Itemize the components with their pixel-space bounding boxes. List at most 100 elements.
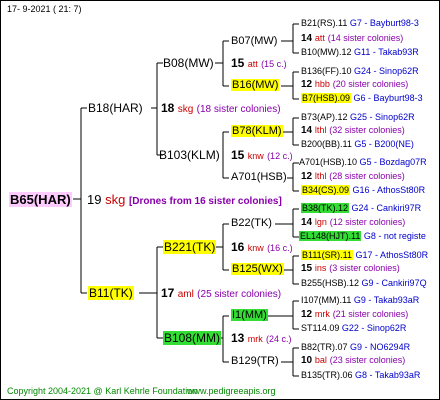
gen3-queen-6: B125(WX) — [231, 263, 284, 275]
site-link[interactable]: www.pedigreeapis.org — [187, 387, 276, 396]
gen3-queen-2: B16(MW) — [231, 79, 280, 91]
gen2-queen-4: B108(MM) — [163, 331, 222, 345]
gen4-ref-1: G7 - Bayburt98-3 — [349, 18, 419, 28]
gen4-name-15: B82(TR).07 — [301, 342, 348, 352]
gen4-ref-15: G9 - NO6294R — [350, 342, 411, 352]
gen1-drones-1: 18 skg (18 sister colonies) — [161, 102, 281, 115]
gen4-ref-12: G9 - Cankiri97Q — [361, 278, 427, 288]
gen4-name-11: B111(SR).11 — [301, 250, 354, 260]
gen3-drones-6: 15 ins (3 sister colonies) — [301, 264, 400, 274]
gen3-note-8: (23 sister colonies) — [329, 355, 406, 365]
gen4-row-12: B255(HSB).12 G9 - Cankiri97Q — [301, 279, 427, 288]
gen4-name-1: B21(RS).11 — [301, 18, 348, 28]
gen4-row-6: B200(BB).11 G5 - B200(NE) — [301, 140, 414, 149]
gen1-code-2: aml — [177, 289, 194, 300]
gen2-queen-2: B103(KLM) — [159, 148, 220, 162]
gen4-name-8: B34(CS).09 — [301, 185, 351, 195]
gen1-queen-2-name: B11(TK) — [88, 286, 134, 300]
gen4-ref-3: G24 - Sinop62R — [354, 66, 419, 76]
gen2-code-4: mrk — [247, 334, 263, 344]
gen3-queen-3: B78(KLM) — [231, 125, 283, 137]
gen4-row-10: EL148(HJT).11 G8 - not registe — [299, 231, 426, 241]
gen2-code-2: knw — [247, 151, 264, 161]
gen4-row-5: B73(AP).12 G25 - Sinop62R — [301, 113, 415, 122]
gen3-number-8: 10 — [301, 355, 313, 366]
gen3-queen-8: B129(TR) — [231, 355, 279, 367]
gen3-queen-2-name: B16(MW) — [231, 79, 280, 91]
gen1-number-1: 18 — [161, 101, 175, 115]
date-stamp: 17- 9-2021 ( 21: 7) — [7, 4, 82, 14]
gen2-code-3: knw — [247, 243, 264, 253]
gen4-name-4: B7(HSB).09 — [301, 93, 352, 103]
gen4-ref-7: G5 - Bozdag07R — [359, 157, 427, 167]
gen3-note-7: (21 sister colonies) — [332, 309, 409, 319]
gen1-note-2: (25 sister colonies) — [197, 289, 282, 300]
gen3-queen-7: I1(MM) — [231, 309, 268, 321]
gen3-code-6: ins — [314, 263, 327, 273]
gen4-row-4: B7(HSB).09 G6 - Bayburt98-3 — [301, 93, 423, 103]
gen4-ref-10: G8 - not registe — [363, 231, 426, 241]
root-number: 19 — [87, 192, 102, 207]
gen4-row-14: ST114.09 G22 - Sinop62R — [301, 324, 406, 333]
gen2-note-1: (15 c.) — [261, 59, 287, 69]
gen4-row-1: B21(RS).11 G7 - Bayburt98-3 — [301, 19, 419, 28]
gen4-row-3: B136(FF).10 G24 - Sinop62R — [301, 67, 419, 76]
gen4-row-7: A701(HSB).10 G5 - Bozdag07R — [299, 158, 427, 167]
gen3-code-8: bal — [314, 355, 327, 365]
gen4-name-9: B38(TK).12 — [301, 203, 350, 213]
gen1-note-1: (18 sister colonies) — [196, 104, 281, 115]
gen3-drones-3: 14 lthl (32 sister colonies) — [301, 126, 405, 136]
gen1-queen-1: B18(HAR) — [88, 101, 143, 115]
gen2-code-1: att — [247, 59, 258, 69]
gen2-drones-2: 15 knw (12 c.) — [231, 149, 293, 161]
gen3-drones-7: 12 mrk (21 sister colonies) — [301, 310, 408, 320]
gen3-code-7: mrk — [314, 309, 330, 319]
root-code: skg — [105, 192, 126, 207]
gen3-drones-8: 10 bal (23 sister colonies) — [301, 356, 405, 366]
gen1-queen-2: B11(TK) — [88, 286, 134, 300]
gen3-queen-6-name: B125(WX) — [231, 263, 284, 275]
gen3-code-4: lthl — [314, 171, 327, 181]
root-queen-name: B65(HAR) — [9, 192, 72, 207]
gen2-queen-1: B08(MW) — [163, 56, 214, 70]
gen2-number-4: 13 — [231, 331, 245, 345]
gen4-row-15: B82(TR).07 G9 - NO6294R — [301, 343, 410, 352]
gen3-drones-5: 14 lgn (12 sister colonies) — [301, 218, 405, 228]
gen4-row-9: B38(TK).12 G24 - Cankiri97R — [301, 203, 421, 213]
gen4-name-14: ST114.09 — [301, 323, 340, 333]
gen4-name-3: B136(FF).10 — [301, 66, 352, 76]
gen4-ref-13: G9 - Takab93aR — [353, 295, 420, 305]
gen2-drones-4: 13 mrk (24 c.) — [231, 332, 292, 344]
gen3-number-6: 15 — [301, 263, 313, 274]
gen4-name-10: EL148(HJT).11 — [299, 231, 362, 241]
gen3-queen-5: B22(TK) — [231, 217, 272, 229]
gen3-number-2: 12 — [301, 79, 313, 90]
gen4-name-6: B200(BB).11 — [301, 139, 352, 149]
gen4-ref-8: G16 - AthosSt80R — [352, 185, 426, 195]
gen4-row-11: B111(SR).11 G17 - AthosSt80R — [301, 250, 428, 260]
gen2-queen-4-name: B108(MM) — [163, 331, 222, 345]
gen3-code-1: att — [314, 33, 325, 43]
gen1-drones-2: 17 aml (25 sister colonies) — [161, 287, 281, 300]
gen3-queen-3-name: B78(KLM) — [231, 125, 283, 137]
gen3-note-3: (32 sister colonies) — [329, 125, 405, 135]
gen2-note-3: (16 c.) — [267, 243, 293, 253]
gen2-drones-3: 16 knw (16 c.) — [231, 241, 293, 253]
gen3-drones-2: 12 hbb (20 sister colonies) — [301, 80, 408, 90]
root-queen: B65(HAR) — [9, 192, 72, 207]
copyright-text: Copyright 2004-2021 @ Karl Kehrle Founda… — [7, 386, 198, 396]
gen3-drones-1: 14 att (14 sister colonies) — [301, 34, 403, 44]
gen2-drones-1: 15 att (15 c.) — [231, 57, 287, 69]
gen3-queen-4: A701(HSB) — [231, 171, 287, 183]
gen4-ref-4: G6 - Bayburt98-3 — [353, 93, 423, 103]
gen4-name-12: B255(HSB).12 — [301, 278, 360, 288]
gen2-note-4: (24 c.) — [266, 334, 292, 344]
gen4-ref-16: G8 - Takab93aR — [355, 370, 421, 380]
gen3-queen-7-name: I1(MM) — [231, 309, 268, 321]
gen4-name-13: I107(MM).11 — [301, 295, 352, 305]
root-drones: 19 skg [Drones from 16 sister colonies] — [87, 193, 282, 207]
gen4-row-13: I107(MM).11 G9 - Takab93aR — [301, 296, 419, 305]
gen4-name-7: A701(HSB).10 — [299, 157, 358, 167]
gen2-note-2: (12 c.) — [267, 151, 293, 161]
gen3-note-5: (12 sister colonies) — [329, 217, 406, 227]
